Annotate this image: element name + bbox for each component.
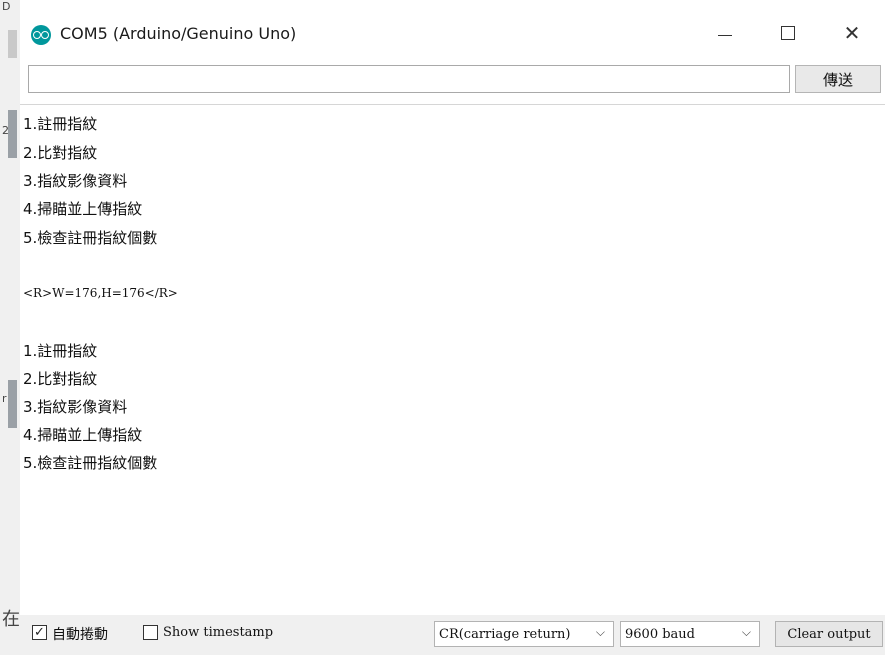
close-button[interactable]: ✕: [832, 18, 872, 48]
window-title: COM5 (Arduino/Genuino Uno): [60, 24, 297, 43]
background-window-edge: D 2 r 在: [0, 0, 21, 655]
maximize-icon: [781, 26, 795, 40]
output-line: 1.註冊指紋: [23, 115, 98, 133]
send-input[interactable]: [28, 65, 790, 93]
output-line: 1.註冊指紋: [23, 342, 98, 360]
background-char: 在: [2, 609, 20, 630]
timestamp-label: Show timestamp: [163, 625, 274, 640]
screen: D 2 r 在 COM5 (Arduino/Genuino Uno) ✕ 傳送: [0, 0, 885, 655]
close-icon: ✕: [843, 21, 861, 45]
baud-rate-value: 9600 baud: [625, 626, 695, 642]
serial-monitor-window: COM5 (Arduino/Genuino Uno) ✕ 傳送 1.註冊指紋 2…: [20, 0, 885, 655]
maximize-button[interactable]: [768, 18, 808, 48]
timestamp-checkbox[interactable]: [143, 625, 158, 640]
send-button[interactable]: 傳送: [795, 65, 881, 93]
line-ending-value: CR(carriage return): [439, 626, 571, 642]
baud-rate-dropdown[interactable]: 9600 baud ⌵: [620, 621, 760, 647]
minimize-icon: [718, 34, 732, 36]
title-bar[interactable]: COM5 (Arduino/Genuino Uno) ✕: [20, 0, 885, 60]
background-scroll-segment: [8, 380, 17, 428]
line-ending-dropdown[interactable]: CR(carriage return) ⌵: [434, 621, 614, 647]
output-line: 4.掃瞄並上傳指紋: [23, 200, 143, 218]
bottom-bar: ✓ 自動捲動 Show timestamp CR(carriage return…: [20, 615, 885, 655]
background-scroll-segment: [8, 110, 17, 158]
chevron-down-icon: ⌵: [595, 625, 605, 639]
background-char: r: [2, 392, 7, 405]
output-line: <R>W=176,H=176</R>: [23, 286, 178, 300]
autoscroll-checkbox[interactable]: ✓: [32, 625, 47, 640]
output-line: 5.檢查註冊指紋個數: [23, 229, 158, 247]
autoscroll-label: 自動捲動: [52, 627, 108, 643]
clear-output-button[interactable]: Clear output: [775, 621, 883, 647]
output-line: 2.比對指紋: [23, 370, 98, 388]
background-scroll-segment: [8, 30, 17, 58]
serial-output[interactable]: 1.註冊指紋 2.比對指紋 3.指紋影像資料 4.掃瞄並上傳指紋 5.檢查註冊指…: [20, 104, 885, 615]
minimize-button[interactable]: [705, 18, 745, 48]
checkmark-icon: ✓: [34, 625, 45, 640]
output-line: 4.掃瞄並上傳指紋: [23, 426, 143, 444]
output-line: 3.指紋影像資料: [23, 398, 128, 416]
chevron-down-icon: ⌵: [741, 625, 751, 639]
send-row: 傳送: [20, 63, 885, 99]
background-char: D: [2, 0, 11, 13]
arduino-icon: [31, 25, 51, 45]
output-line: 2.比對指紋: [23, 144, 98, 162]
output-line: 3.指紋影像資料: [23, 172, 128, 190]
output-line: 5.檢查註冊指紋個數: [23, 454, 158, 472]
